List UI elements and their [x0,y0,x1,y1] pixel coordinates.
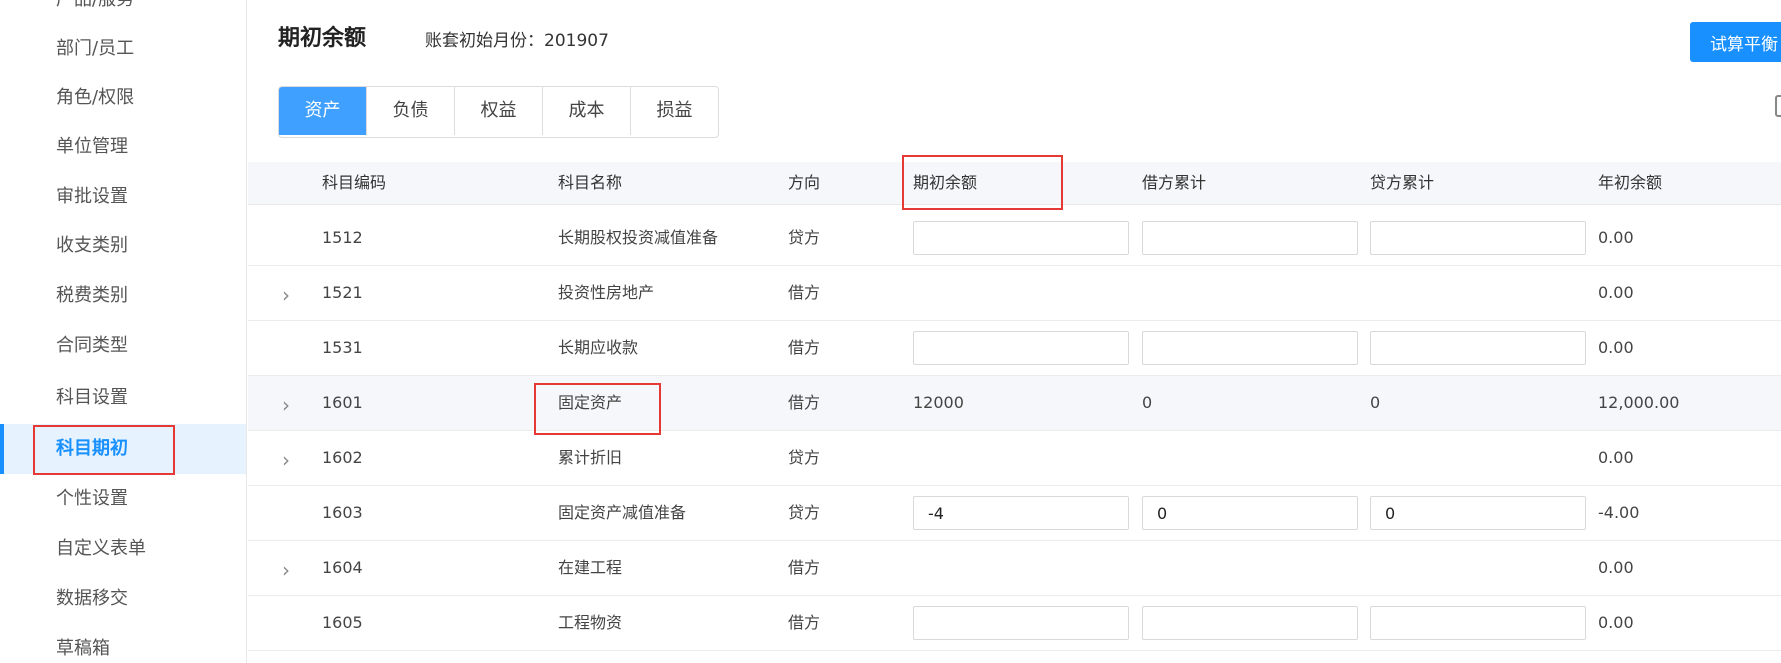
cell-year-start: 0.00 [1598,613,1634,632]
opening-balance-input[interactable] [913,606,1129,640]
table-row[interactable]: 1605 工程物资 借方 0.00 [248,596,1781,651]
credit-total-input[interactable] [1370,221,1586,255]
column-header-name: 科目名称 [558,173,623,192]
sidebar-item-products[interactable]: 产品/服务 [0,0,246,25]
cell-code: 1521 [322,283,363,302]
cell-name: 投资性房地产 [558,283,655,302]
opening-balance-input[interactable] [913,221,1129,255]
cell-name: 固定资产减值准备 [558,503,687,522]
cell-name: 累计折旧 [558,448,623,467]
expand-chevron-icon[interactable]: › [282,376,290,430]
cell-direction: 借方 [788,283,821,302]
tab-profit-loss[interactable]: 损益 [631,87,718,135]
column-header-direction: 方向 [788,173,821,192]
cell-code: 1601 [322,393,363,412]
sidebar-item-roles[interactable]: 角色/权限 [0,73,246,123]
table-row[interactable]: › 1601 固定资产 借方 12000 0 0 12,000.00 [248,376,1781,431]
sidebar-item-data-transfer[interactable]: 数据移交 [0,574,246,624]
cell-code: 1602 [322,448,363,467]
cell-year-start: -4.00 [1598,503,1640,522]
credit-total-input[interactable] [1370,331,1586,365]
cell-name: 长期股权投资减值准备 [558,228,719,247]
opening-balance-input[interactable] [913,496,1129,530]
sidebar-item-account-settings[interactable]: 科目设置 [0,373,246,423]
debit-total-input[interactable] [1142,496,1358,530]
credit-total-input[interactable] [1370,606,1586,640]
table-row[interactable]: 1531 长期应收款 借方 0.00 [248,321,1781,376]
sidebar-item-departments[interactable]: 部门/员工 [0,24,246,74]
expand-chevron-icon[interactable]: › [282,541,290,595]
table-row[interactable]: › 1604 在建工程 借方 0.00 [248,541,1781,596]
column-header-credit-total: 贷方累计 [1370,173,1435,192]
cell-direction: 借方 [788,338,821,357]
cell-opening-balance: 12000 [913,393,964,412]
table-row[interactable]: 1603 固定资产减值准备 贷方 -4.00 [248,486,1781,541]
cell-name: 固定资产 [558,393,623,412]
column-header-year-start: 年初余额 [1598,173,1663,192]
sidebar-item-units[interactable]: 单位管理 [0,122,246,172]
column-header-debit-total: 借方累计 [1142,173,1207,192]
cell-code: 1531 [322,338,363,357]
sidebar: 产品/服务 部门/员工 角色/权限 单位管理 审批设置 收支类别 税费类别 合同… [0,0,247,663]
cell-name: 长期应收款 [558,338,639,357]
table-row[interactable]: 1512 长期股权投资减值准备 贷方 0.00 [248,211,1781,266]
debit-total-input[interactable] [1142,221,1358,255]
opening-balance-input[interactable] [913,331,1129,365]
sidebar-item-contract-types[interactable]: 合同类型 [0,321,246,371]
trial-balance-button[interactable]: 试算平衡 [1690,22,1781,62]
table-header: 科目编码 科目名称 方向 期初余额 借方累计 贷方累计 年初余额 [248,162,1781,205]
tab-equity[interactable]: 权益 [455,87,543,135]
cell-direction: 借方 [788,393,821,412]
expand-chevron-icon[interactable]: › [282,431,290,485]
sidebar-item-custom-forms[interactable]: 自定义表单 [0,524,246,574]
cell-code: 1512 [322,228,363,247]
cell-name: 工程物资 [558,613,623,632]
cell-year-start: 0.00 [1598,338,1634,357]
cell-credit-total: 0 [1370,393,1381,412]
cell-name: 在建工程 [558,558,623,577]
category-tabs: 资产 负债 权益 成本 损益 [278,86,719,138]
sidebar-item-approval[interactable]: 审批设置 [0,172,246,222]
cell-debit-total: 0 [1142,393,1153,412]
debit-total-input[interactable] [1142,606,1358,640]
debit-total-input[interactable] [1142,331,1358,365]
credit-total-input[interactable] [1370,496,1586,530]
column-settings-icon[interactable] [1775,95,1781,117]
cell-direction: 贷方 [788,503,821,522]
cell-year-start: 0.00 [1598,283,1634,302]
sidebar-item-opening-balances[interactable]: 科目期初 [0,424,246,474]
cell-code: 1603 [322,503,363,522]
cell-year-start: 12,000.00 [1598,393,1680,412]
cell-direction: 借方 [788,613,821,632]
tab-cost[interactable]: 成本 [543,87,631,135]
sidebar-item-income-expense[interactable]: 收支类别 [0,221,246,271]
table-row[interactable]: › 1602 累计折旧 贷方 0.00 [248,431,1781,486]
cell-code: 1605 [322,613,363,632]
cell-year-start: 0.00 [1598,448,1634,467]
table-row[interactable]: › 1521 投资性房地产 借方 0.00 [248,266,1781,321]
expand-chevron-icon[interactable]: › [282,266,290,320]
tab-assets[interactable]: 资产 [279,87,367,135]
cell-direction: 贷方 [788,448,821,467]
sidebar-item-drafts[interactable]: 草稿箱 [0,624,246,663]
start-month-label: 账套初始月份：201907 [425,31,609,51]
column-header-code: 科目编码 [322,173,387,192]
cell-direction: 借方 [788,558,821,577]
sidebar-item-personalization[interactable]: 个性设置 [0,474,246,524]
tab-liabilities[interactable]: 负债 [367,87,455,135]
cell-year-start: 0.00 [1598,228,1634,247]
cell-code: 1604 [322,558,363,577]
page-title: 期初余额 [278,26,367,51]
cell-year-start: 0.00 [1598,558,1634,577]
sidebar-item-tax[interactable]: 税费类别 [0,271,246,321]
cell-direction: 贷方 [788,228,821,247]
column-header-opening-balance: 期初余额 [913,173,978,192]
